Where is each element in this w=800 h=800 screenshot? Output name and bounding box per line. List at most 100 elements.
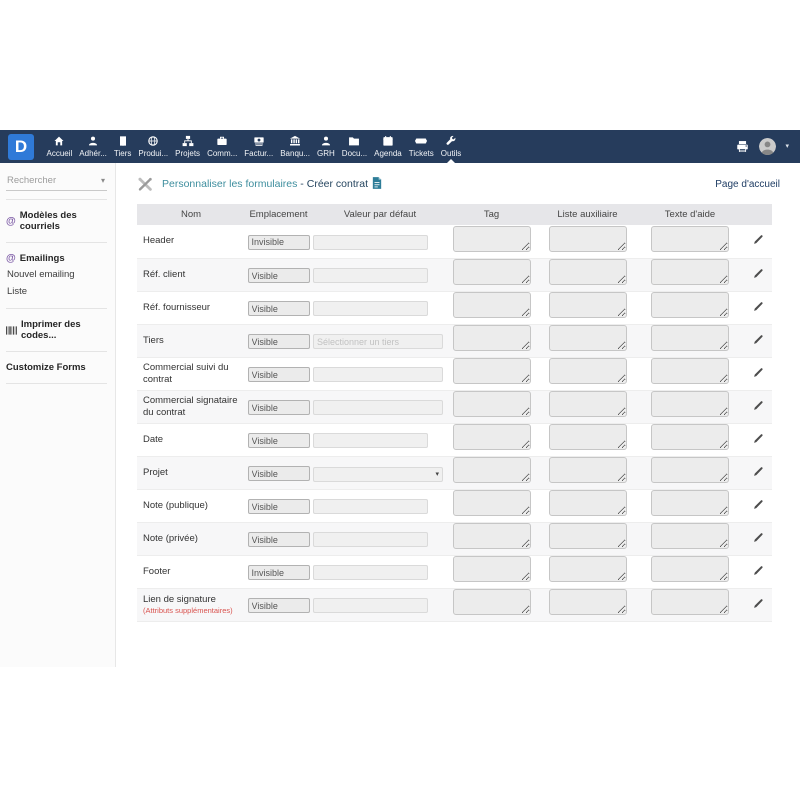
tag-textarea[interactable] [453, 259, 531, 285]
texte-aide-textarea[interactable] [651, 259, 729, 285]
sidebar-item-customize-forms[interactable]: Customize Forms [6, 360, 107, 375]
default-value-input[interactable] [313, 235, 428, 250]
edit-pencil-icon[interactable] [753, 596, 764, 613]
edit-pencil-icon[interactable] [753, 497, 764, 514]
default-value-input[interactable] [313, 433, 428, 448]
emplacement-input[interactable] [248, 433, 310, 448]
texte-aide-textarea[interactable] [651, 292, 729, 318]
liste-auxiliaire-textarea[interactable] [549, 259, 627, 285]
emplacement-input[interactable] [248, 565, 310, 580]
texte-aide-textarea[interactable] [651, 226, 729, 252]
dolibarr-logo[interactable]: D [8, 134, 34, 160]
texte-aide-textarea[interactable] [651, 556, 729, 582]
emplacement-input[interactable] [248, 499, 310, 514]
emplacement-input[interactable] [248, 268, 310, 283]
sidebar-item-modeles-courriels[interactable]: @ Modèles des courriels [6, 208, 107, 234]
topnav-item-adherents[interactable]: Adhér... [76, 130, 111, 163]
user-menu-caret-icon[interactable]: ▾ [785, 143, 789, 150]
texte-aide-textarea[interactable] [651, 358, 729, 384]
liste-auxiliaire-textarea[interactable] [549, 391, 627, 417]
liste-auxiliaire-textarea[interactable] [549, 556, 627, 582]
tag-textarea[interactable] [453, 589, 531, 615]
liste-auxiliaire-textarea[interactable] [549, 292, 627, 318]
tag-textarea[interactable] [453, 391, 531, 417]
tag-textarea[interactable] [453, 523, 531, 549]
edit-pencil-icon[interactable] [753, 365, 764, 382]
edit-pencil-icon[interactable] [753, 232, 764, 249]
sidebar-item-liste[interactable]: Liste [6, 283, 107, 300]
default-value-input[interactable] [313, 334, 443, 349]
edit-pencil-icon[interactable] [753, 563, 764, 580]
edit-pencil-icon[interactable] [753, 266, 764, 283]
default-value-select[interactable]: ▾ [313, 467, 443, 482]
tag-textarea[interactable] [453, 556, 531, 582]
topnav-item-produits[interactable]: Produi... [135, 130, 172, 163]
texte-aide-textarea[interactable] [651, 391, 729, 417]
default-value-input[interactable] [313, 598, 428, 613]
texte-aide-textarea[interactable] [651, 490, 729, 516]
liste-auxiliaire-textarea[interactable] [549, 589, 627, 615]
emplacement-input[interactable] [248, 400, 310, 415]
edit-pencil-icon[interactable] [753, 530, 764, 547]
topnav-item-grh[interactable]: GRH [314, 130, 339, 163]
home-page-link[interactable]: Page d'accueil [715, 179, 780, 190]
liste-auxiliaire-textarea[interactable] [549, 457, 627, 483]
default-value-input[interactable] [313, 400, 443, 415]
liste-auxiliaire-textarea[interactable] [549, 424, 627, 450]
print-icon[interactable] [735, 139, 750, 154]
edit-pencil-icon[interactable] [753, 398, 764, 415]
liste-auxiliaire-textarea[interactable] [549, 358, 627, 384]
default-value-input[interactable] [313, 301, 428, 316]
default-value-input[interactable] [313, 532, 428, 547]
topnav-item-tickets[interactable]: Tickets [405, 130, 437, 163]
liste-auxiliaire-textarea[interactable] [549, 226, 627, 252]
default-value-input[interactable] [313, 499, 428, 514]
edit-pencil-icon[interactable] [753, 332, 764, 349]
emplacement-input[interactable] [248, 532, 310, 547]
tag-textarea[interactable] [453, 457, 531, 483]
topnav-item-banque[interactable]: Banqu... [277, 130, 314, 163]
emplacement-input[interactable] [248, 235, 310, 250]
liste-auxiliaire-textarea[interactable] [549, 523, 627, 549]
liste-auxiliaire-textarea[interactable] [549, 490, 627, 516]
tag-textarea[interactable] [453, 325, 531, 351]
user-avatar[interactable] [759, 138, 776, 155]
topnav-item-facturation[interactable]: Factur... [241, 130, 277, 163]
topnav-item-tiers[interactable]: Tiers [110, 130, 134, 163]
sidebar-item-nouvel-emailing[interactable]: Nouvel emailing [6, 266, 107, 283]
topnav-item-commerce[interactable]: Comm... [204, 130, 241, 163]
emplacement-input[interactable] [248, 466, 310, 481]
topnav-item-documents[interactable]: Docu... [338, 130, 370, 163]
sidebar-item-emailings[interactable]: @ Emailings [6, 251, 107, 266]
edit-pencil-icon[interactable] [753, 299, 764, 316]
emplacement-input[interactable] [248, 334, 310, 349]
breadcrumb-link[interactable]: Personnaliser les formulaires [162, 178, 297, 190]
tag-textarea[interactable] [453, 358, 531, 384]
topnav-item-accueil[interactable]: Accueil [43, 130, 76, 163]
texte-aide-textarea[interactable] [651, 325, 729, 351]
texte-aide-textarea[interactable] [651, 424, 729, 450]
default-value-input[interactable] [313, 268, 428, 283]
texte-aide-textarea[interactable] [651, 523, 729, 549]
topnav-item-projets[interactable]: Projets [172, 130, 204, 163]
edit-pencil-icon[interactable] [753, 464, 764, 481]
liste-auxiliaire-textarea[interactable] [549, 325, 627, 351]
emplacement-input[interactable] [248, 301, 310, 316]
topnav-item-agenda[interactable]: Agenda [371, 130, 406, 163]
sidebar-search-select[interactable]: Rechercher ▾ [6, 175, 107, 191]
emplacement-input[interactable] [248, 367, 310, 382]
edit-pencil-icon[interactable] [753, 431, 764, 448]
tag-textarea[interactable] [453, 226, 531, 252]
at-icon: @ [6, 216, 16, 227]
topnav-item-outils[interactable]: Outils [437, 130, 464, 163]
sidebar-separator [6, 199, 107, 200]
tag-textarea[interactable] [453, 292, 531, 318]
tag-textarea[interactable] [453, 490, 531, 516]
texte-aide-textarea[interactable] [651, 589, 729, 615]
tag-textarea[interactable] [453, 424, 531, 450]
emplacement-input[interactable] [248, 598, 310, 613]
default-value-input[interactable] [313, 565, 428, 580]
default-value-input[interactable] [313, 367, 443, 382]
sidebar-item-imprimer-codes[interactable]: Imprimer des codes... [6, 317, 107, 343]
texte-aide-textarea[interactable] [651, 457, 729, 483]
